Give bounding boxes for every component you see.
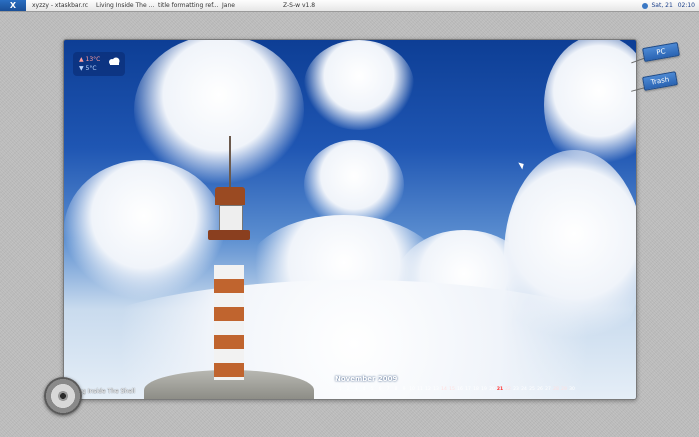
lighthouse-gallery <box>208 230 250 240</box>
calendar-day: 23 <box>513 387 519 392</box>
clock-time: 02:10 <box>677 2 695 9</box>
calendar-days: 1 2 3 4 5 6 7 8 9 10 11 12 13 14 15 16 17 18 19 20 21 22 23 24 2… <box>336 387 636 395</box>
calendar-day: 22 <box>505 387 511 392</box>
calendar-day: 24 <box>521 387 527 392</box>
task-title-formatting[interactable]: title formatting ref... <box>158 0 219 11</box>
lighthouse-roof <box>215 187 245 205</box>
temp-high: ▲ 13°C <box>79 56 101 63</box>
pc-icon[interactable]: PC <box>642 41 680 63</box>
cloud-icon <box>109 57 120 65</box>
calendar-day: 7 <box>386 387 390 392</box>
calendar-day: 27 <box>545 387 551 392</box>
calendar-day: 9 <box>402 387 406 392</box>
calendar-day: 4 <box>362 387 366 392</box>
calendar-day: 8 <box>394 387 398 392</box>
wallpaper-frame <box>63 39 637 400</box>
taskbar-clock[interactable]: Sat, 21 02:10 <box>641 0 695 11</box>
cloud <box>304 40 414 130</box>
disc-icon[interactable] <box>44 377 82 415</box>
calendar-day: 3 <box>354 387 358 392</box>
calendar-day: 16 <box>457 387 463 392</box>
weather-widget[interactable]: ▲ 13°C ▼ 5°C <box>73 52 125 76</box>
calendar-day: 11 <box>417 387 423 392</box>
lighthouse-lamp <box>219 205 243 233</box>
trash-icon[interactable]: Trash <box>642 71 678 91</box>
calendar-day: 13 <box>433 387 439 392</box>
calendar-day: 5 <box>370 387 374 392</box>
calendar-day: 10 <box>409 387 415 392</box>
globe-icon <box>641 2 648 9</box>
calendar-day: 18 <box>473 387 479 392</box>
calendar-day: 29 <box>561 387 567 392</box>
calendar-day: 25 <box>529 387 535 392</box>
calendar-day: 30 <box>569 387 575 392</box>
calendar-day: 26 <box>537 387 543 392</box>
calendar-day: 1 <box>338 387 342 392</box>
lighthouse-mast <box>229 136 231 188</box>
task-xtaskbar[interactable]: xyzzy - xtaskbar.rc <box>32 0 88 11</box>
task-jane[interactable]: Jane <box>222 0 235 11</box>
lighthouse-tower <box>214 265 244 380</box>
calendar-day: 20 <box>489 387 495 392</box>
start-button[interactable]: X <box>0 0 26 11</box>
calendar-day: 14 <box>441 387 447 392</box>
calendar-day: 15 <box>449 387 455 392</box>
task-zsw[interactable]: Z-S-w v1.8 <box>283 0 315 11</box>
taskbar: X xyzzy - xtaskbar.rc Living Inside The … <box>0 0 699 12</box>
calendar-month: November 2009 <box>335 375 398 383</box>
calendar-day: 6 <box>378 387 382 392</box>
calendar-day: 19 <box>481 387 487 392</box>
clock-date: Sat, 21 <box>651 2 673 9</box>
calendar-day-today: 21 <box>496 387 504 392</box>
temp-low: ▼ 5°C <box>79 65 97 72</box>
cloud <box>64 160 224 300</box>
calendar-day: 2 <box>346 387 350 392</box>
calendar-day: 12 <box>425 387 431 392</box>
task-living-inside[interactable]: Living Inside The ... <box>96 0 154 11</box>
calendar-day: 28 <box>553 387 559 392</box>
calendar-day: 17 <box>465 387 471 392</box>
